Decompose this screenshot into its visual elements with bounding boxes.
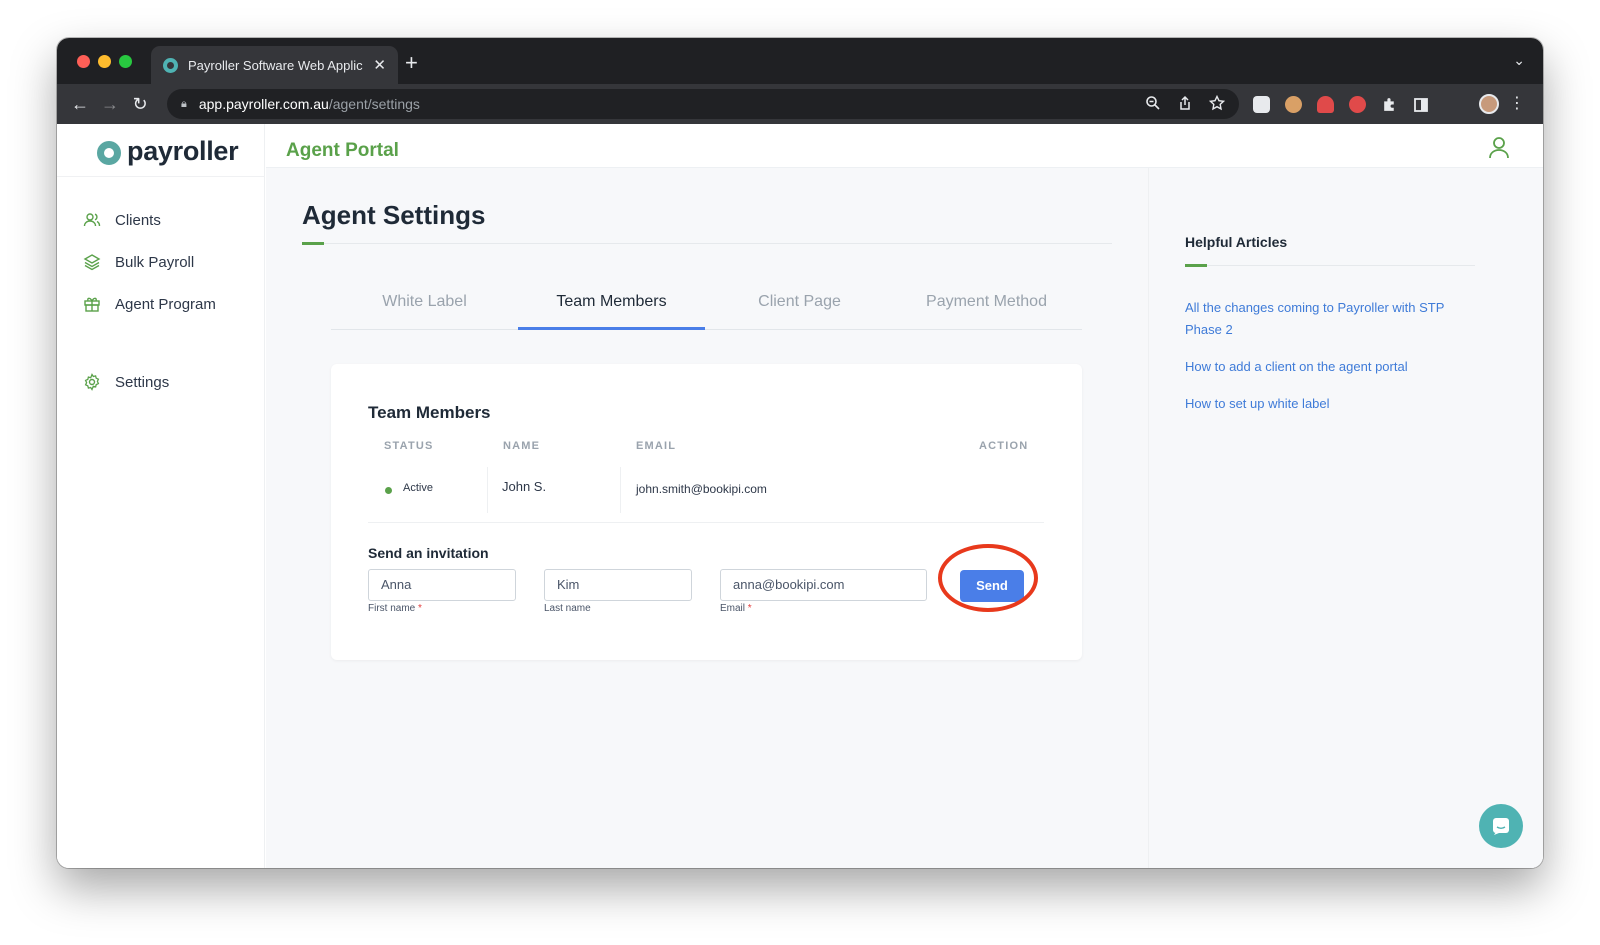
gear-icon xyxy=(84,373,100,391)
chat-icon xyxy=(1493,818,1509,835)
card-title: Team Members xyxy=(368,403,491,422)
app: payroller Clients Bulk Payroll Agent Pro… xyxy=(57,124,1543,868)
tab-white-label[interactable]: White Label xyxy=(331,288,518,330)
minimize-window-button[interactable] xyxy=(98,55,111,68)
qr-extension-icon[interactable] xyxy=(1253,96,1270,113)
sidebar-item-settings[interactable]: Settings xyxy=(83,373,169,391)
sidebar-item-clients[interactable]: Clients xyxy=(83,211,161,229)
first-name-input[interactable]: Anna xyxy=(368,569,516,601)
profile-avatar[interactable] xyxy=(1479,94,1499,114)
tab-client-page[interactable]: Client Page xyxy=(706,288,893,330)
logo-mark-icon xyxy=(97,140,121,165)
omnibox-actions xyxy=(1145,95,1225,111)
reload-button[interactable]: ↻ xyxy=(125,94,155,115)
side-panel-icon[interactable] xyxy=(1413,97,1429,113)
table-row: Active John S. john.smith@bookipi.com xyxy=(368,461,1044,523)
payroller-favicon-icon xyxy=(163,57,178,73)
cell-divider xyxy=(620,467,621,513)
article-link-stp-phase-2[interactable]: All the changes coming to Payroller with… xyxy=(1185,297,1470,341)
extensions-bar xyxy=(1253,96,1429,113)
tab-payment-method[interactable]: Payment Method xyxy=(893,288,1080,330)
required-mark: * xyxy=(418,603,422,614)
lock-icon[interactable]: 🔒︎ xyxy=(181,98,187,111)
status-badge: Active xyxy=(403,482,433,494)
red-extension-icon[interactable] xyxy=(1349,96,1366,113)
title-accent xyxy=(302,242,324,245)
email-label-text: Email xyxy=(720,603,746,614)
member-email: john.smith@bookipi.com xyxy=(636,482,767,496)
puzzle-extensions-icon[interactable] xyxy=(1381,96,1398,113)
bookmark-star-icon[interactable] xyxy=(1209,95,1225,111)
face-extension-icon[interactable] xyxy=(1285,96,1302,113)
helpful-articles-panel: Helpful Articles All the changes coming … xyxy=(1148,168,1543,868)
sidebar-item-label: Settings xyxy=(115,373,170,391)
window-controls xyxy=(77,55,132,68)
sidebar-item-bulk-payroll[interactable]: Bulk Payroll xyxy=(83,253,194,271)
tab-team-members[interactable]: Team Members xyxy=(518,288,705,330)
sidebar-item-label: Clients xyxy=(115,211,161,229)
required-mark: * xyxy=(747,603,752,614)
email-input[interactable]: anna@bookipi.com xyxy=(720,569,927,601)
settings-tabs: White Label Team Members Client Page Pay… xyxy=(331,288,1082,330)
address-bar[interactable]: 🔒︎ app.payroller.com.au/agent/settings xyxy=(167,89,1239,119)
last-name-label: Last name xyxy=(544,603,591,614)
team-members-card: Team Members STATUS NAME EMAIL ACTION Ac… xyxy=(331,364,1082,660)
maximize-window-button[interactable] xyxy=(119,55,132,68)
page-title: Agent Settings xyxy=(302,200,486,230)
helpful-articles-title: Helpful Articles xyxy=(1185,234,1288,250)
main-content: Agent Settings White Label Team Members … xyxy=(266,168,1148,868)
sidebar-item-label: Agent Program xyxy=(115,295,216,313)
forward-button[interactable]: → xyxy=(95,94,125,115)
new-tab-button[interactable]: + xyxy=(405,50,418,76)
app-header: Agent Portal xyxy=(266,124,1543,168)
close-tab-icon[interactable]: ✕ xyxy=(373,56,386,74)
portal-title: Agent Portal xyxy=(286,140,399,161)
chat-launcher-button[interactable] xyxy=(1479,804,1523,848)
browser-toolbar: ← → ↻ 🔒︎ app.payroller.com.au/agent/sett… xyxy=(57,84,1543,124)
browser-tab[interactable]: Payroller Software Web Applic ✕ xyxy=(151,46,398,84)
zoom-icon[interactable] xyxy=(1145,95,1161,111)
title-divider xyxy=(302,243,1112,244)
last-name-input[interactable]: Kim xyxy=(544,569,692,601)
users-icon xyxy=(83,213,101,227)
gift-icon xyxy=(84,297,100,312)
article-link-add-client[interactable]: How to add a client on the agent portal xyxy=(1185,356,1470,378)
highlight-circle xyxy=(938,544,1038,612)
column-header-action: ACTION xyxy=(979,440,1029,452)
close-window-button[interactable] xyxy=(77,55,90,68)
cell-divider xyxy=(487,467,488,513)
sidebar-item-agent-program[interactable]: Agent Program xyxy=(83,295,216,313)
back-button[interactable]: ← xyxy=(65,94,95,115)
layers-icon xyxy=(83,254,101,271)
column-header-email: EMAIL xyxy=(636,440,677,452)
help-accent xyxy=(1185,264,1207,267)
article-link-white-label[interactable]: How to set up white label xyxy=(1185,393,1470,415)
sidebar-divider xyxy=(57,176,265,177)
first-name-label: First name * xyxy=(368,603,422,614)
url-host: app.payroller.com.au xyxy=(198,96,329,112)
browser-window: Payroller Software Web Applic ✕ + ⌄ ← → … xyxy=(57,38,1543,868)
payroller-logo[interactable]: payroller xyxy=(97,136,239,167)
tab-title: Payroller Software Web Applic xyxy=(188,57,363,73)
column-header-status: STATUS xyxy=(384,440,434,452)
browser-menu-icon[interactable]: ⋮ xyxy=(1509,93,1525,113)
logo-text: payroller xyxy=(127,136,239,166)
status-active-dot xyxy=(385,487,392,494)
member-name: John S. xyxy=(502,479,547,494)
tab-search-icon[interactable]: ⌄ xyxy=(1513,52,1525,69)
help-divider xyxy=(1185,265,1475,266)
first-name-label-text: First name xyxy=(368,603,416,614)
invite-title: Send an invitation xyxy=(368,545,489,561)
tab-bar: Payroller Software Web Applic ✕ + ⌄ xyxy=(57,38,1543,84)
sidebar-item-label: Bulk Payroll xyxy=(115,253,195,271)
user-account-icon[interactable] xyxy=(1488,136,1510,160)
share-icon[interactable] xyxy=(1177,95,1193,111)
email-label: Email * xyxy=(720,603,752,614)
rocket-extension-icon[interactable] xyxy=(1317,96,1334,113)
url-path: /agent/settings xyxy=(328,96,420,112)
sidebar: payroller Clients Bulk Payroll Agent Pro… xyxy=(57,124,265,868)
column-header-name: NAME xyxy=(503,440,541,452)
